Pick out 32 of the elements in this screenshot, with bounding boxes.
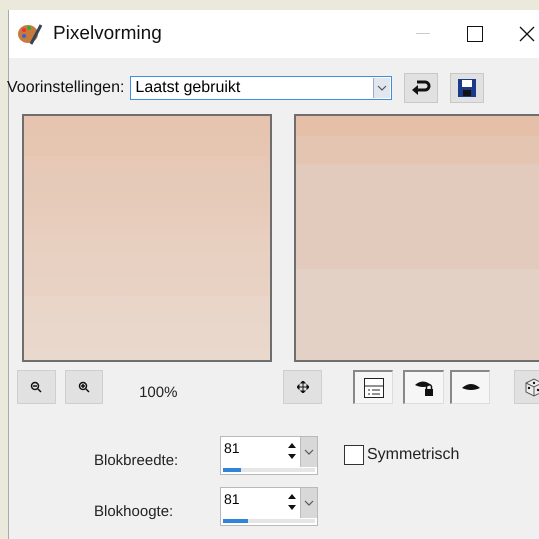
chevron-down-icon (377, 84, 388, 92)
checkbox-label: Symmetrisch (367, 446, 460, 464)
reset-button[interactable] (404, 73, 438, 103)
zoom-in-icon (78, 381, 90, 393)
pan-button[interactable] (283, 370, 322, 404)
field-label: Blokbreedte: (94, 452, 180, 469)
close-icon (519, 26, 535, 42)
eye-lock-icon (413, 378, 436, 396)
layout-toggle[interactable] (352, 370, 394, 404)
number-field[interactable]: 81 (220, 436, 318, 475)
dice-icon (524, 377, 539, 397)
maximize-icon (467, 26, 483, 42)
save-button[interactable] (450, 73, 484, 103)
zoom-out-button[interactable] (17, 370, 56, 404)
minimize-icon (416, 33, 430, 35)
layout-icon (364, 378, 384, 398)
preview-toggle[interactable] (450, 370, 490, 404)
number-field[interactable]: 81 (220, 487, 318, 526)
zoom-level: 100% (139, 384, 178, 400)
zoom-out-icon (30, 381, 42, 393)
lock-preview-toggle[interactable] (403, 370, 444, 404)
window-title: Pixelvorming (53, 23, 163, 45)
chevron-down-icon (304, 500, 314, 506)
presets-label: Voorinstellingen: (7, 79, 124, 97)
chevron-down-icon (304, 448, 314, 456)
field-label: Blokhoogte: (94, 503, 174, 520)
checkbox[interactable] (344, 445, 364, 465)
zoom-in-button[interactable] (64, 370, 104, 404)
move-arrows-icon (296, 381, 309, 393)
return-arrow-icon (411, 79, 432, 97)
palette-icon (17, 22, 43, 46)
presets-dropdown[interactable]: Laatst gebruikt (130, 76, 392, 100)
